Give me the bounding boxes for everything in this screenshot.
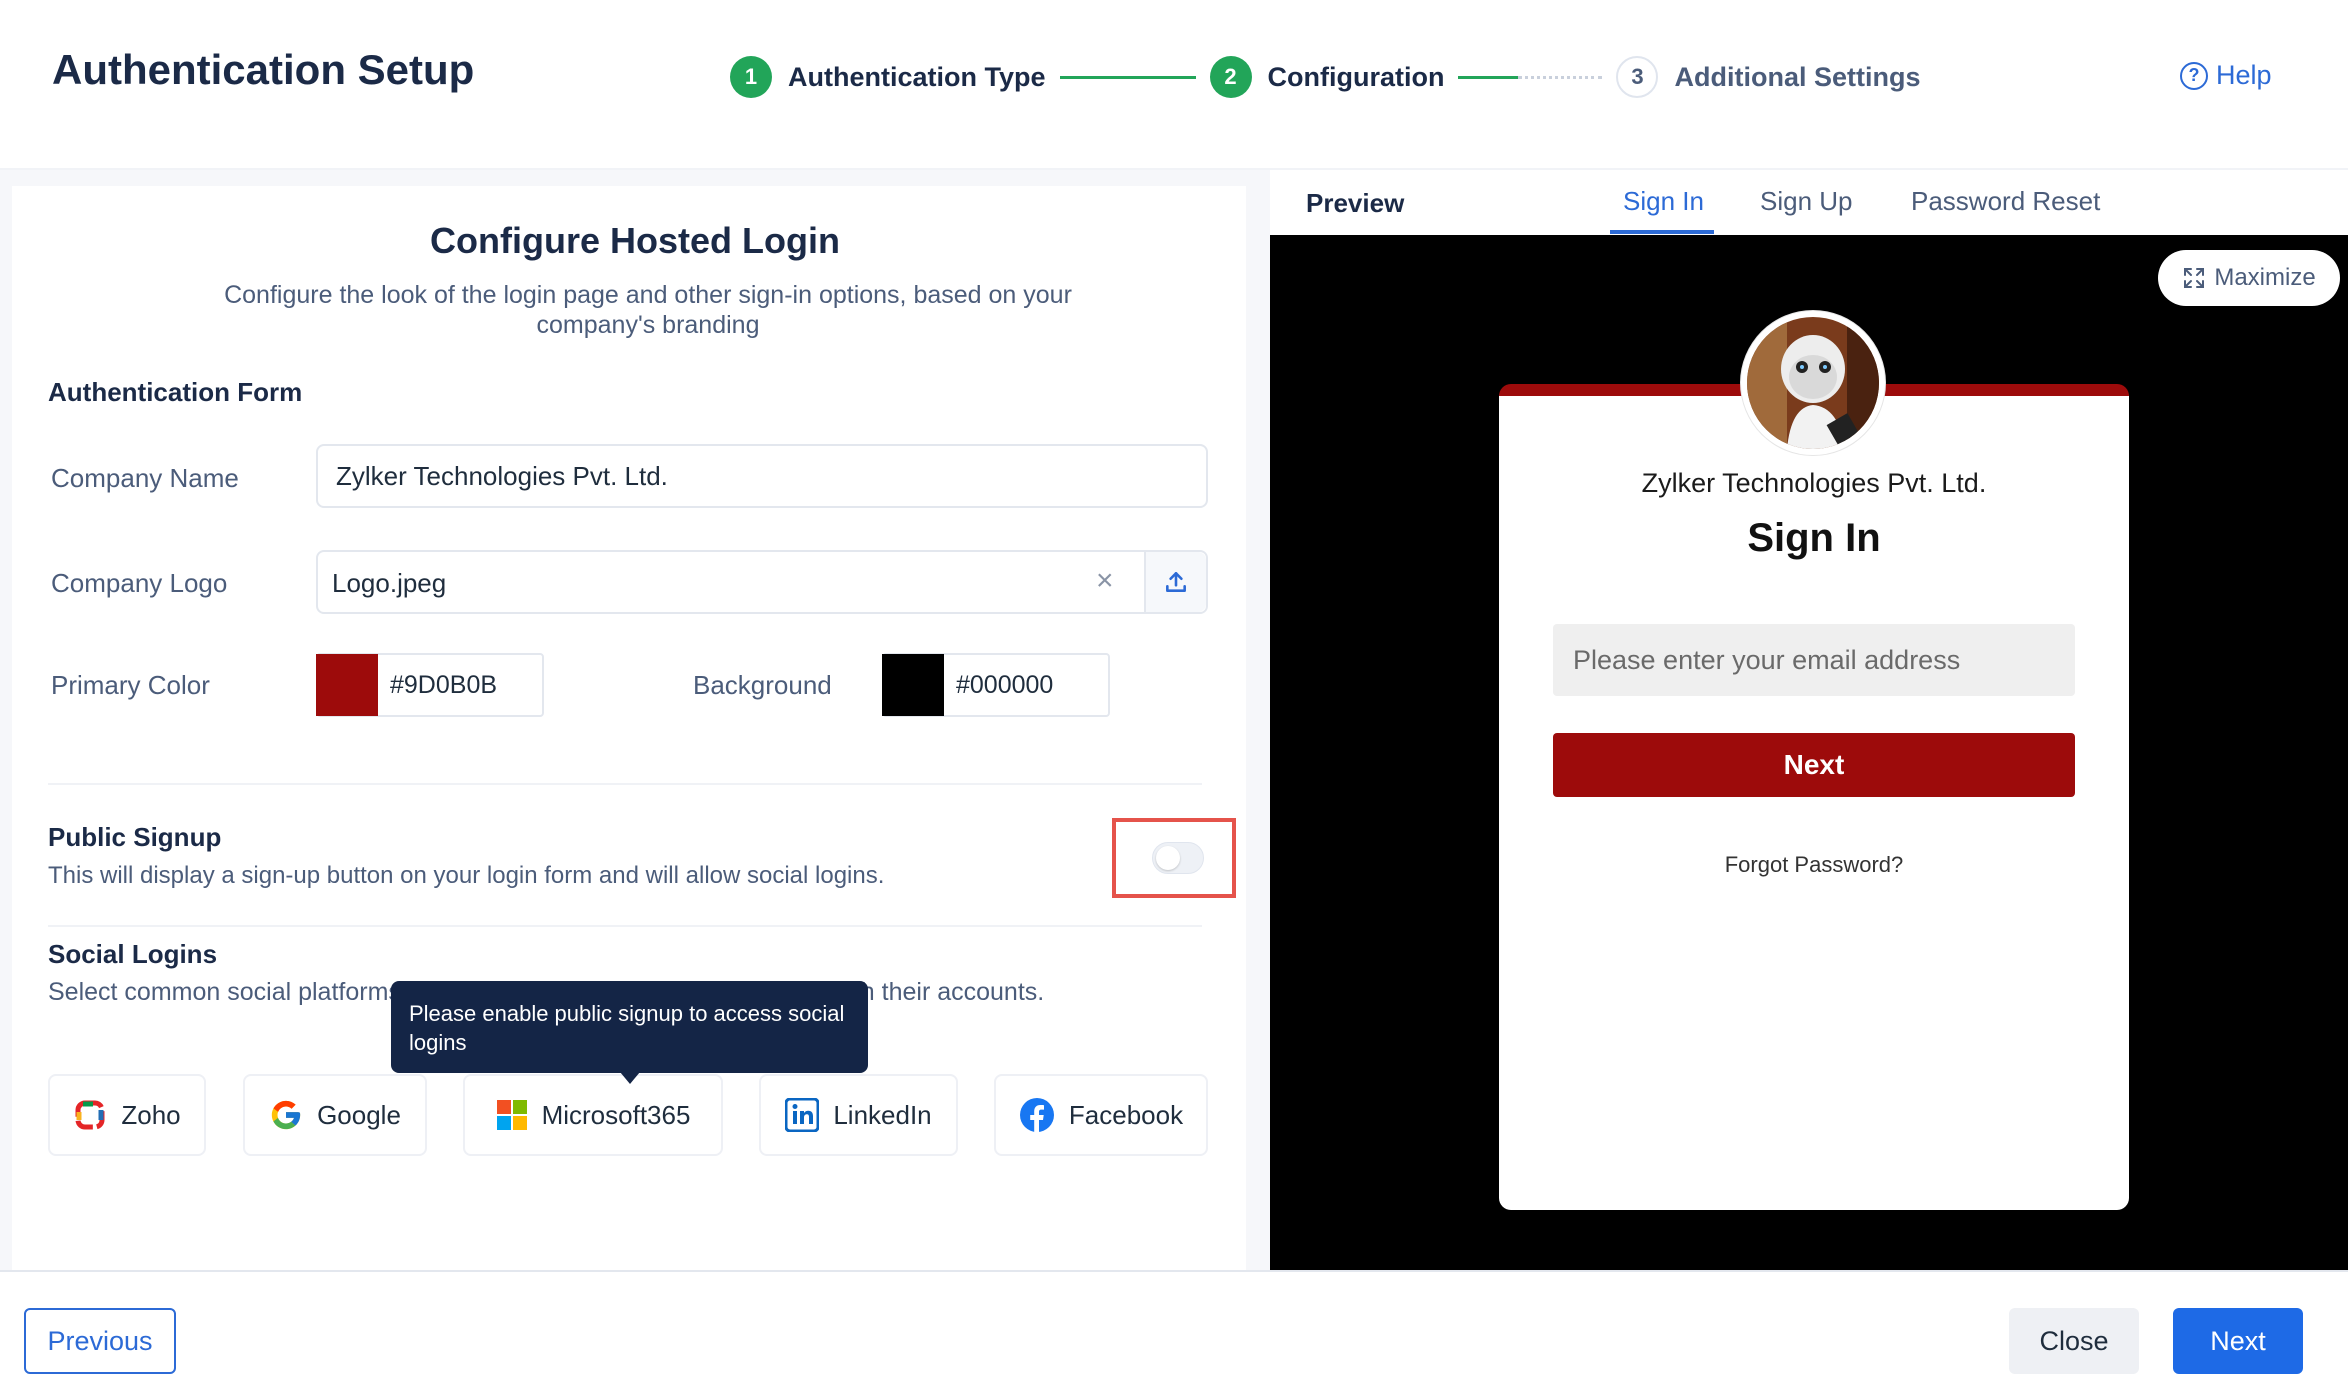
step-2-label: Configuration: [1267, 61, 1445, 92]
company-logo-input[interactable]: Logo.jpeg ×: [316, 550, 1208, 614]
maximize-icon: [2184, 268, 2205, 288]
facebook-icon: [1019, 1098, 1054, 1133]
background-label: Background: [693, 670, 832, 700]
card-company-name: Zylker Technologies Pvt. Ltd.: [1641, 468, 1987, 498]
social-zoho-button[interactable]: Zoho: [48, 1074, 206, 1156]
robot-logo-image: [1747, 317, 1879, 449]
tab-password-reset[interactable]: Password Reset: [1911, 186, 2100, 217]
background-color-value[interactable]: #000000: [956, 671, 1053, 700]
card-forgot-password-link[interactable]: Forgot Password?: [1499, 852, 2129, 878]
toggle-knob: [1156, 846, 1180, 870]
step-authentication-type[interactable]: 1 Authentication Type: [730, 56, 1046, 98]
step-connector: [1458, 75, 1603, 79]
active-tab-indicator: [1610, 230, 1714, 234]
upload-icon: [1166, 572, 1186, 592]
tab-sign-in[interactable]: Sign In: [1623, 186, 1704, 217]
next-button[interactable]: Next: [2173, 1308, 2303, 1374]
social-microsoft-button[interactable]: Microsoft365: [463, 1074, 723, 1156]
config-subtitle: Configure the look of the login page and…: [224, 281, 1072, 339]
step-2-indicator: 2: [1209, 56, 1252, 98]
background-color-swatch[interactable]: [882, 654, 944, 716]
primary-color-value[interactable]: #9D0B0B: [390, 671, 497, 700]
zoho-icon: [75, 1100, 105, 1130]
question-circle-icon: ?: [2180, 61, 2208, 90]
google-icon: [271, 1100, 301, 1130]
card-next-button[interactable]: Next: [1553, 733, 2075, 797]
preview-tabbar: Preview Sign In Sign Up Password Reset: [1270, 170, 2348, 235]
primary-color-label: Primary Color: [51, 670, 210, 700]
maximize-button[interactable]: Maximize: [2158, 250, 2340, 306]
step-1-label: Authentication Type: [788, 61, 1046, 92]
company-logo-label: Company Logo: [51, 568, 228, 598]
tooltip-arrow: [620, 1072, 640, 1084]
card-sign-in-title: Sign In: [1747, 516, 1881, 560]
authentication-form-heading: Authentication Form: [48, 377, 303, 407]
social-google-button[interactable]: Google: [243, 1074, 427, 1156]
maximize-label: Maximize: [2214, 264, 2316, 291]
company-logo-avatar: [1741, 311, 1885, 455]
step-3-label: Additional Settings: [1674, 61, 1921, 92]
public-signup-title: Public Signup: [48, 822, 222, 852]
card-email-input[interactable]: Please enter your email address: [1553, 624, 2075, 696]
social-logins-title: Social Logins: [48, 939, 218, 969]
upload-button[interactable]: [1144, 552, 1206, 612]
config-title: Configure Hosted Login: [430, 220, 840, 261]
company-logo-filename: Logo.jpeg: [332, 568, 447, 598]
close-button[interactable]: Close: [2009, 1308, 2139, 1374]
public-signup-highlight: [1112, 818, 1236, 898]
divider: [48, 783, 1202, 785]
public-signup-description: This will display a sign-up button on yo…: [48, 862, 885, 889]
help-label: Help: [2216, 60, 2272, 90]
social-button-label: Microsoft365: [541, 1099, 691, 1130]
clear-icon[interactable]: ×: [1096, 564, 1114, 598]
tab-sign-up[interactable]: Sign Up: [1760, 186, 1853, 217]
divider: [48, 925, 1202, 927]
footer: Previous Close Next: [0, 1270, 2348, 1380]
social-facebook-button[interactable]: Facebook: [994, 1074, 1208, 1156]
background-color-picker[interactable]: #000000: [882, 653, 1110, 717]
primary-color-picker[interactable]: #9D0B0B: [316, 653, 544, 717]
social-button-label: Facebook: [1068, 1099, 1184, 1130]
public-signup-toggle[interactable]: [1152, 842, 1204, 874]
previous-button[interactable]: Previous: [24, 1308, 176, 1374]
microsoft-icon: [496, 1100, 527, 1130]
primary-color-swatch[interactable]: [316, 654, 378, 716]
preview-label: Preview: [1306, 188, 1405, 218]
step-connector: [1059, 75, 1196, 79]
step-3-indicator: 3: [1616, 56, 1659, 98]
social-linkedin-button[interactable]: LinkedIn: [759, 1074, 958, 1156]
social-button-label: Zoho: [121, 1099, 181, 1130]
social-button-label: Google: [317, 1099, 401, 1130]
linkedin-icon: [785, 1098, 820, 1132]
help-link[interactable]: ? Help: [2180, 60, 2272, 91]
stepper: 1 Authentication Type 2 Configuration 3 …: [730, 54, 1920, 100]
company-name-input[interactable]: Zylker Technologies Pvt. Ltd.: [316, 444, 1208, 508]
step-1-indicator: 1: [730, 56, 772, 98]
step-additional-settings[interactable]: 3 Additional Settings: [1616, 56, 1920, 98]
step-configuration[interactable]: 2 Configuration: [1209, 56, 1445, 98]
login-card-preview: [1499, 384, 2129, 1210]
page-title: Authentication Setup: [52, 46, 475, 93]
social-button-label: LinkedIn: [833, 1099, 932, 1130]
header: Authentication Setup 1 Authentication Ty…: [0, 0, 2348, 170]
social-logins-tooltip: Please enable public signup to access so…: [391, 981, 868, 1073]
company-name-label: Company Name: [51, 463, 239, 493]
